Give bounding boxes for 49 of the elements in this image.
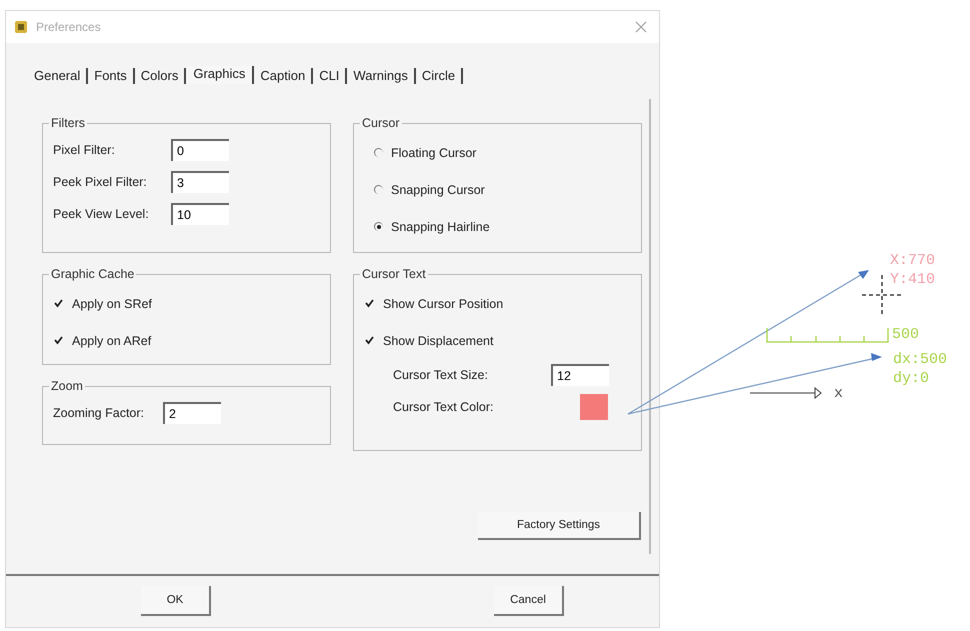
- tab[interactable]: Caption: [254, 68, 314, 84]
- checkbox-label: Apply on ARef: [72, 334, 152, 348]
- field-label: Cursor Text Size:: [393, 368, 489, 382]
- radio-label: Snapping Hairline: [391, 220, 490, 234]
- radio-label: Floating Cursor: [391, 146, 476, 160]
- group-title: Cursor: [361, 116, 401, 130]
- scale-label: 500: [892, 326, 920, 343]
- field-label: Cursor Text Color:: [393, 400, 494, 414]
- tab[interactable]: CLI: [313, 68, 348, 84]
- cancel-button[interactable]: Cancel: [494, 586, 564, 616]
- radio-button[interactable]: [374, 222, 383, 231]
- input-field[interactable]: 0: [171, 139, 229, 161]
- checkbox[interactable]: [53, 298, 64, 309]
- input-field[interactable]: 2: [163, 402, 221, 424]
- cursor-position-text: X:770: [890, 252, 936, 269]
- factory-settings-button[interactable]: Factory Settings: [478, 512, 641, 540]
- checkbox[interactable]: [364, 298, 375, 309]
- field-label: Peek Pixel Filter:: [53, 175, 148, 189]
- radio-button[interactable]: [374, 185, 383, 194]
- tab[interactable]: General: [34, 68, 88, 84]
- group-title: Filters: [50, 116, 86, 130]
- group-title: Graphic Cache: [50, 267, 136, 281]
- input-field[interactable]: 3: [171, 171, 229, 193]
- field-label: Pixel Filter:: [53, 143, 116, 157]
- ok-button[interactable]: OK: [141, 586, 211, 616]
- displacement-text: dy:0: [893, 370, 930, 387]
- checkbox-label: Show Cursor Position: [383, 296, 504, 310]
- window-title: Preferences: [36, 20, 102, 34]
- checkbox-label: Show Displacement: [383, 334, 494, 348]
- displacement-text: dx:500: [893, 351, 948, 368]
- tab[interactable]: Circle: [416, 68, 464, 84]
- field-label: Peek View Level:: [53, 207, 150, 221]
- radio-label: Snapping Cursor: [391, 182, 485, 196]
- input-field[interactable]: 12: [551, 364, 609, 386]
- tab[interactable]: Fonts: [88, 68, 135, 84]
- checkbox[interactable]: [53, 335, 64, 346]
- input-field[interactable]: 10: [171, 203, 229, 225]
- tab[interactable]: Warnings: [347, 68, 416, 84]
- cursor-position-text: Y:410: [890, 271, 936, 288]
- group-title: Cursor Text: [361, 267, 427, 281]
- app-icon: [14, 20, 28, 34]
- group-title: Zoom: [50, 379, 84, 393]
- radio-button[interactable]: [374, 148, 383, 157]
- close-icon[interactable]: [635, 21, 647, 33]
- color-swatch[interactable]: [580, 394, 608, 420]
- axis-label: x: [834, 385, 844, 402]
- field-label: Zooming Factor:: [53, 406, 146, 420]
- checkbox[interactable]: [364, 335, 375, 346]
- checkbox-label: Apply on SRef: [72, 296, 152, 310]
